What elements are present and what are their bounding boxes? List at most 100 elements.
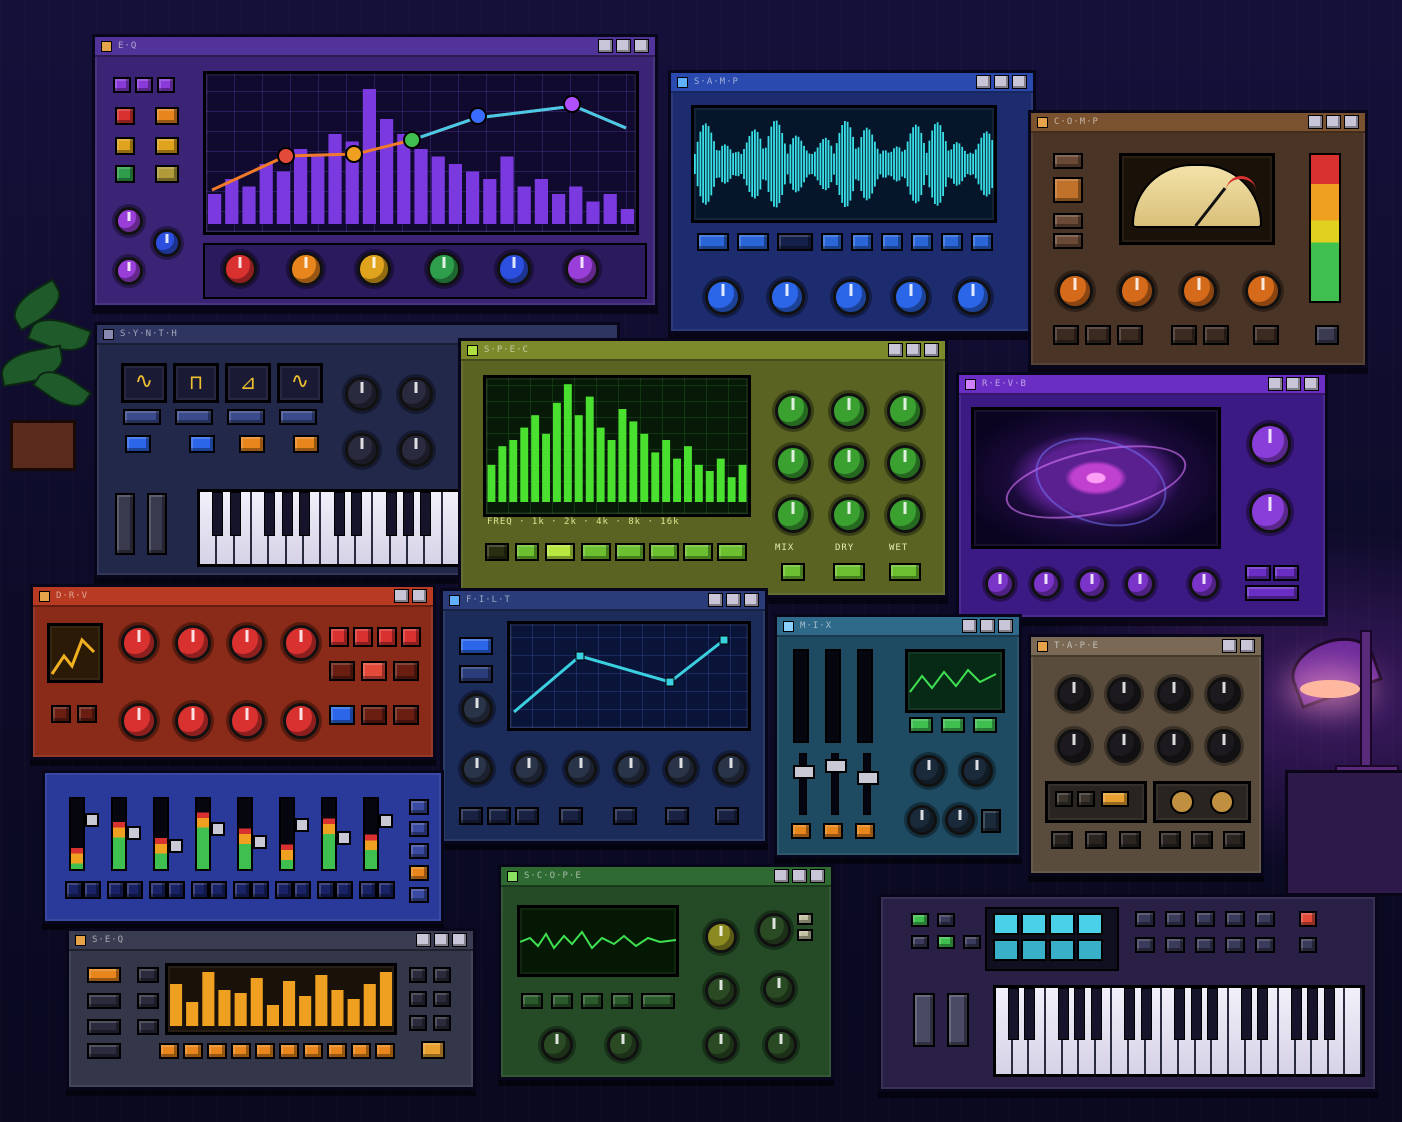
channel-button[interactable]	[209, 881, 227, 899]
tape-footer-button[interactable]	[1119, 831, 1141, 849]
osc-select-button[interactable]	[279, 409, 317, 425]
comp-footer-button[interactable]	[1315, 325, 1339, 345]
eq-gain-knob[interactable]	[115, 207, 143, 235]
spectrum-mode-button[interactable]	[545, 543, 575, 561]
transport-loop-button[interactable]	[911, 233, 933, 251]
spectrum-mode-button[interactable]	[515, 543, 539, 561]
mixer-fader[interactable]	[793, 765, 815, 779]
drive-button[interactable]	[361, 661, 387, 681]
seq-button[interactable]	[137, 967, 159, 983]
maximize-button[interactable]	[1286, 377, 1301, 391]
transport-next-button[interactable]	[941, 233, 963, 251]
scope-side-button[interactable]	[797, 929, 813, 941]
mixer-mute-button[interactable]	[855, 823, 875, 839]
seq-side-button[interactable]	[433, 1015, 451, 1031]
seq-step-button[interactable]	[375, 1043, 395, 1059]
tape-transport-button[interactable]	[1101, 791, 1129, 807]
maximize-button[interactable]	[994, 75, 1009, 89]
filter-button[interactable]	[459, 637, 493, 655]
close-button[interactable]	[998, 619, 1013, 633]
comp-release-knob[interactable]	[1245, 273, 1281, 309]
tape-knob[interactable]	[1157, 729, 1191, 763]
spectrum-knob[interactable]	[887, 445, 923, 481]
eq-band-button[interactable]	[115, 137, 135, 155]
eq-band6-knob[interactable]	[565, 252, 599, 286]
black-key[interactable]	[351, 492, 362, 536]
tape-knob[interactable]	[1157, 677, 1191, 711]
black-key[interactable]	[1074, 988, 1086, 1040]
mixer-send-knob[interactable]	[961, 755, 993, 787]
controller-record-button[interactable]	[1299, 911, 1317, 927]
seq-button[interactable]	[137, 993, 159, 1009]
scope-knob[interactable]	[757, 913, 791, 947]
filter-row-knob[interactable]	[715, 753, 747, 785]
comp-threshold-knob[interactable]	[1057, 273, 1093, 309]
comp-footer-button[interactable]	[1171, 325, 1197, 345]
seq-side-button[interactable]	[409, 967, 427, 983]
scope-knob[interactable]	[765, 1029, 797, 1061]
scope-button[interactable]	[641, 993, 675, 1009]
black-key[interactable]	[1057, 988, 1069, 1040]
seq-button[interactable]	[87, 1043, 121, 1059]
black-key[interactable]	[1207, 988, 1219, 1040]
mixer-send-knob[interactable]	[913, 755, 945, 787]
black-key[interactable]	[1240, 988, 1252, 1040]
channel-button[interactable]	[65, 881, 83, 899]
scope-waveform-screen[interactable]	[517, 905, 679, 977]
reverb-knob[interactable]	[985, 569, 1015, 599]
maximize-button[interactable]	[792, 869, 807, 883]
black-key[interactable]	[403, 492, 414, 536]
close-button[interactable]	[412, 589, 427, 603]
channel-side-button[interactable]	[409, 865, 429, 881]
maximize-button[interactable]	[980, 619, 995, 633]
maximize-button[interactable]	[1222, 639, 1237, 653]
minimize-button[interactable]	[416, 933, 431, 947]
osc-sine-display[interactable]: ∿	[121, 363, 167, 403]
controller-knob-button[interactable]	[1165, 937, 1185, 953]
tape-footer-button[interactable]	[1223, 831, 1245, 849]
reverb-button[interactable]	[1245, 565, 1271, 581]
seq-step-button[interactable]	[351, 1043, 371, 1059]
seq-step-button[interactable]	[159, 1043, 179, 1059]
black-key[interactable]	[281, 492, 293, 536]
controller-button[interactable]	[963, 935, 981, 949]
scope-button[interactable]	[581, 993, 603, 1009]
comp-button[interactable]	[1053, 177, 1083, 203]
mixer-button[interactable]	[981, 809, 1001, 833]
spectrum-knob[interactable]	[831, 497, 867, 533]
tape-knob[interactable]	[1057, 677, 1091, 711]
black-key[interactable]	[299, 492, 310, 536]
comp-footer-button[interactable]	[1203, 325, 1229, 345]
controller-knob-button[interactable]	[1165, 911, 1185, 927]
channel-button[interactable]	[149, 881, 167, 899]
reverb-button[interactable]	[1245, 585, 1299, 601]
osc-square-display[interactable]: ⊓	[173, 363, 219, 403]
tape-knob[interactable]	[1107, 677, 1141, 711]
transport-prev-button[interactable]	[697, 233, 729, 251]
spectrum-mode-button[interactable]	[485, 543, 509, 561]
eq-band-node-5[interactable]	[563, 95, 581, 113]
minimize-button[interactable]	[598, 39, 613, 53]
tape-titlebar[interactable]: T·A·P·E	[1031, 637, 1261, 657]
controller-button[interactable]	[911, 913, 929, 927]
comp-footer-button[interactable]	[1117, 325, 1143, 345]
drive-button[interactable]	[401, 627, 421, 647]
controller-knob-button[interactable]	[1255, 911, 1275, 927]
black-key[interactable]	[1290, 988, 1302, 1040]
reverb-decay-knob[interactable]	[1249, 491, 1291, 533]
drive-knob[interactable]	[283, 703, 319, 739]
eq-band-button[interactable]	[115, 107, 135, 125]
channel-fader[interactable]	[169, 839, 183, 853]
controller-mod-wheel[interactable]	[947, 993, 969, 1047]
channel-button[interactable]	[335, 881, 353, 899]
filter-row-knob[interactable]	[615, 753, 647, 785]
eq-band-button[interactable]	[155, 107, 179, 125]
eq-band-node-4[interactable]	[469, 107, 487, 125]
minimize-button[interactable]	[1268, 377, 1283, 391]
eq-band-node-2[interactable]	[345, 145, 363, 163]
filter-knob[interactable]	[461, 693, 493, 725]
spectrum-knob[interactable]	[775, 393, 811, 429]
scope-knob[interactable]	[607, 1029, 639, 1061]
white-key[interactable]	[1345, 988, 1363, 1074]
tape-transport-button[interactable]	[1055, 791, 1073, 807]
